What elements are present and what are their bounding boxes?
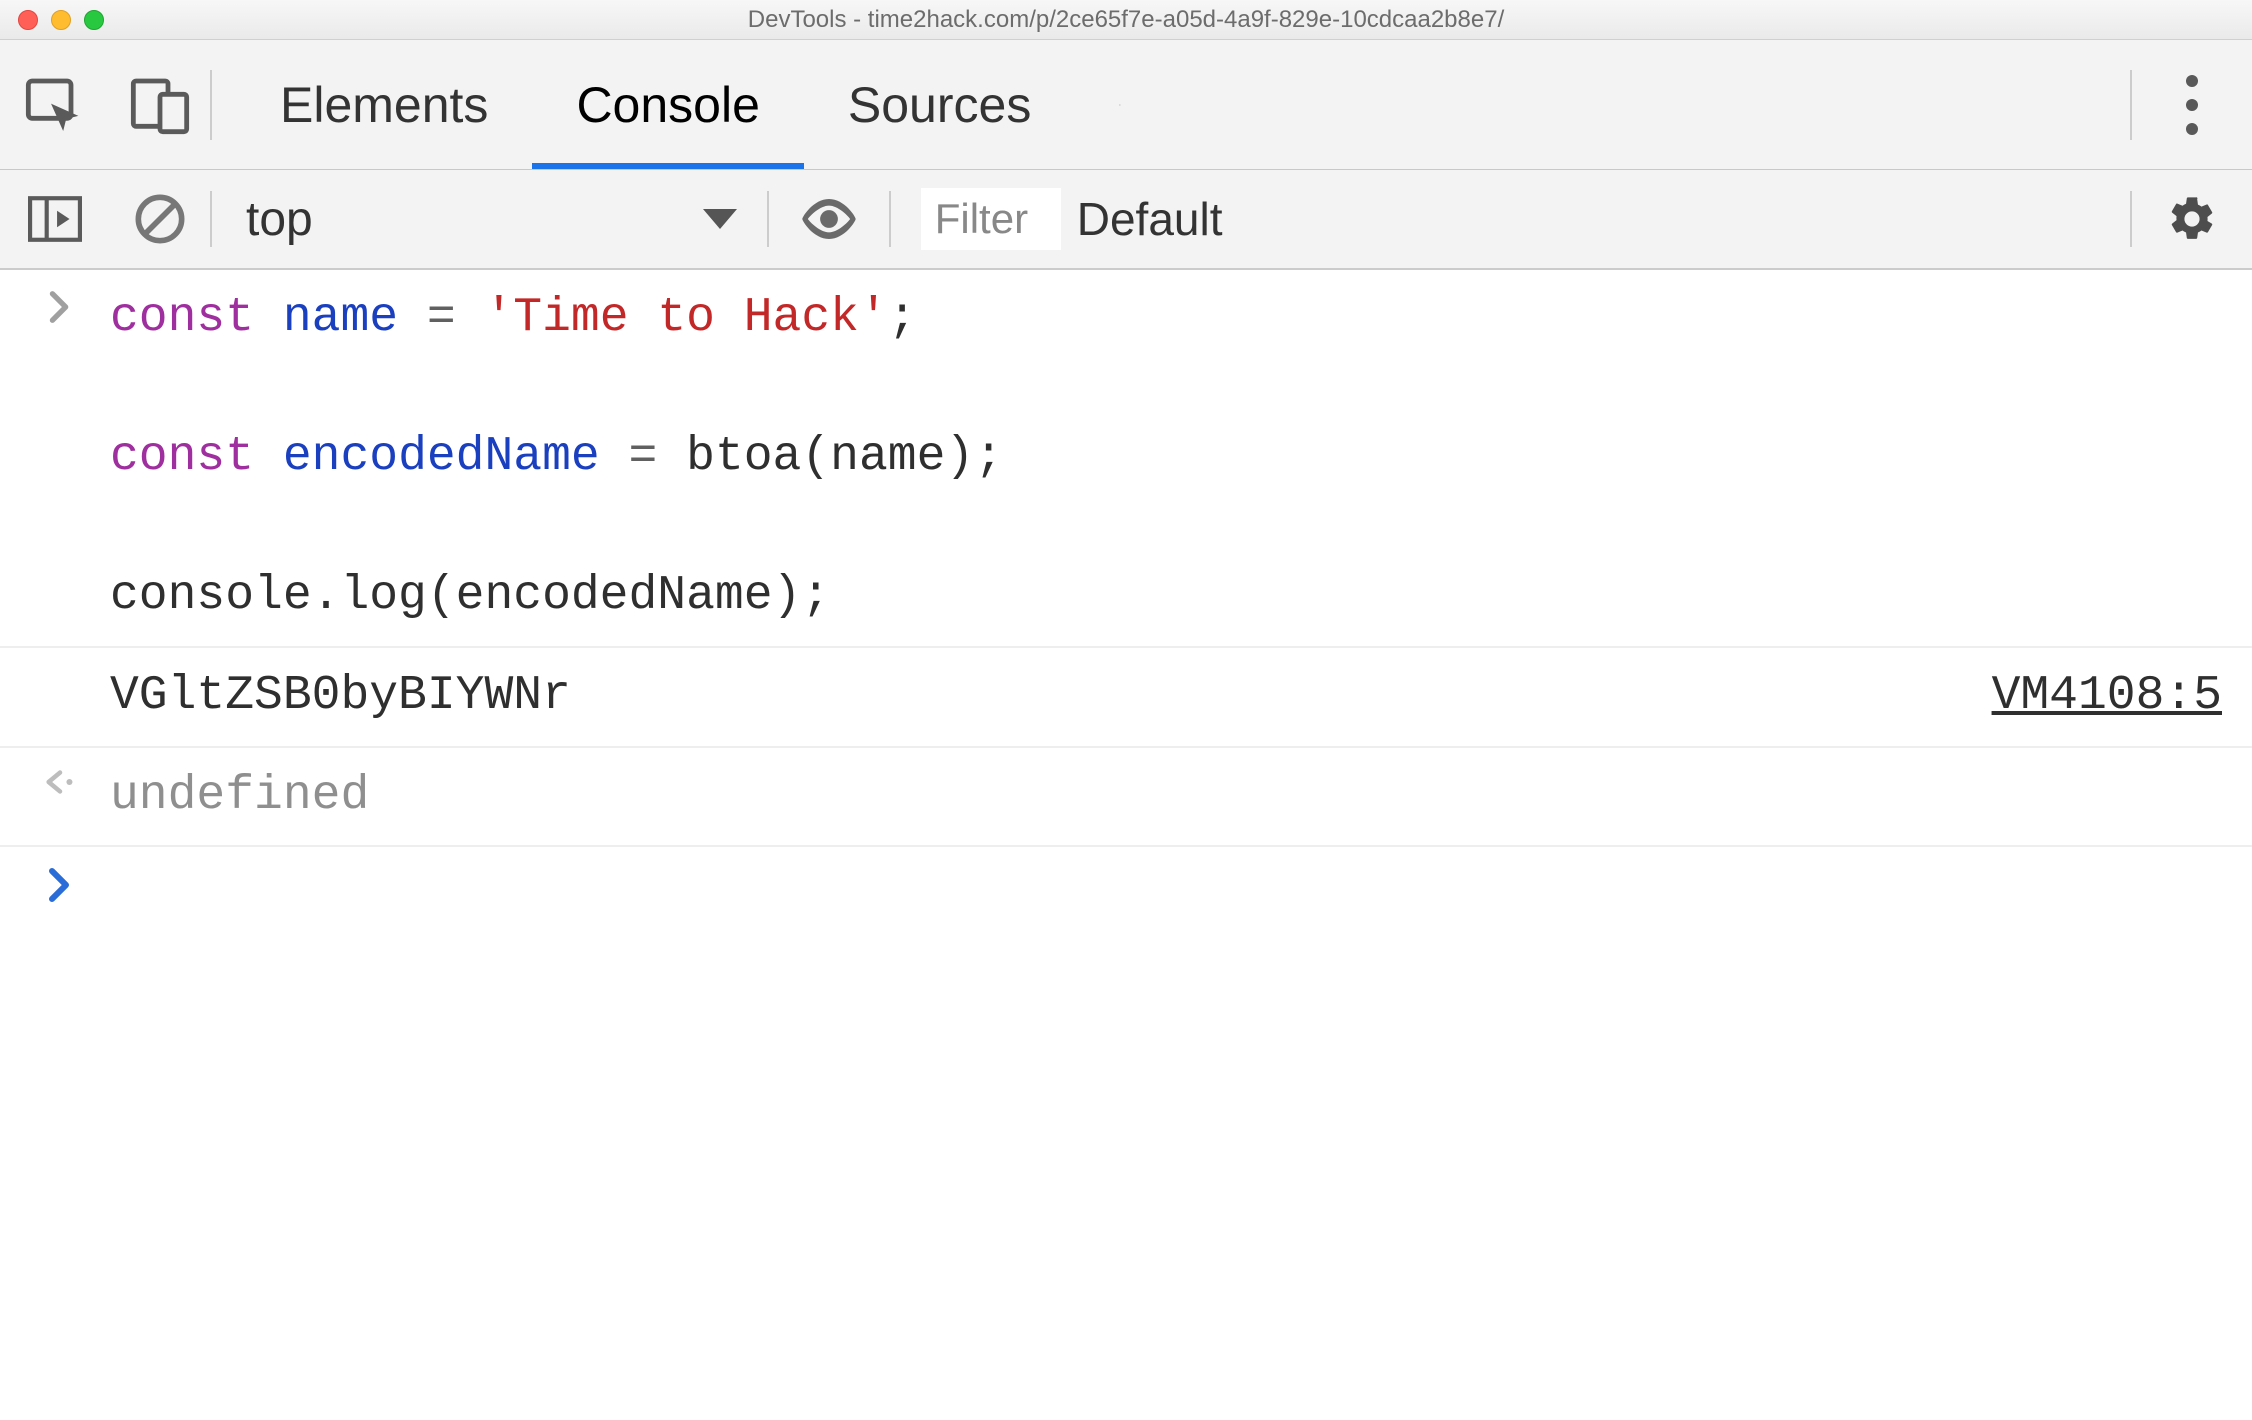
- log-message: VGltZSB0byBIYWNr: [110, 662, 1992, 732]
- clear-console-icon[interactable]: [110, 170, 210, 268]
- console-input-entry: const name = 'Time to Hack'; const encod…: [0, 270, 2252, 648]
- panel-tabs: Elements Console Sources: [236, 40, 1165, 169]
- context-label: top: [246, 192, 313, 247]
- prompt-input[interactable]: [110, 861, 2222, 903]
- more-tabs-icon[interactable]: [1075, 40, 1165, 169]
- code-block[interactable]: const name = 'Time to Hack'; const encod…: [110, 284, 2222, 632]
- toggle-sidebar-icon[interactable]: [0, 170, 110, 268]
- main-tab-bar: Elements Console Sources: [0, 40, 2252, 170]
- inspect-element-icon[interactable]: [0, 40, 110, 169]
- console-output: const name = 'Time to Hack'; const encod…: [0, 270, 2252, 917]
- console-toolbar: top Filter Default: [0, 170, 2252, 270]
- execution-context-selector[interactable]: top: [212, 170, 767, 268]
- window-title: DevTools - time2hack.com/p/2ce65f7e-a05d…: [0, 6, 2252, 34]
- filter-input[interactable]: Filter: [921, 188, 1061, 250]
- divider: [210, 70, 212, 140]
- log-gutter: [10, 662, 110, 732]
- filter-placeholder: Filter: [935, 195, 1028, 243]
- tab-console[interactable]: Console: [532, 40, 803, 169]
- console-return-entry: undefined: [0, 748, 2252, 848]
- console-log-entry: VGltZSB0byBIYWNr VM4108:5: [0, 648, 2252, 748]
- window-minimize-button[interactable]: [51, 10, 71, 30]
- window-controls: [18, 10, 104, 30]
- log-levels-selector[interactable]: Default: [1077, 192, 1255, 246]
- live-expression-icon[interactable]: [769, 170, 889, 268]
- tab-elements[interactable]: Elements: [236, 40, 532, 169]
- tab-sources[interactable]: Sources: [804, 40, 1075, 169]
- chevron-down-icon: [703, 209, 737, 229]
- window-maximize-button[interactable]: [84, 10, 104, 30]
- return-value: undefined: [110, 762, 2222, 832]
- console-prompt[interactable]: [0, 847, 2252, 917]
- console-settings-icon[interactable]: [2132, 170, 2252, 268]
- settings-menu-icon[interactable]: [2132, 75, 2252, 135]
- log-source-link[interactable]: VM4108:5: [1992, 662, 2222, 732]
- return-arrow-icon: [10, 762, 110, 832]
- window-close-button[interactable]: [18, 10, 38, 30]
- device-toggle-icon[interactable]: [110, 40, 210, 169]
- divider: [889, 191, 891, 247]
- input-prompt-icon: [10, 284, 110, 632]
- prompt-icon: [10, 861, 110, 903]
- window-titlebar: DevTools - time2hack.com/p/2ce65f7e-a05d…: [0, 0, 2252, 40]
